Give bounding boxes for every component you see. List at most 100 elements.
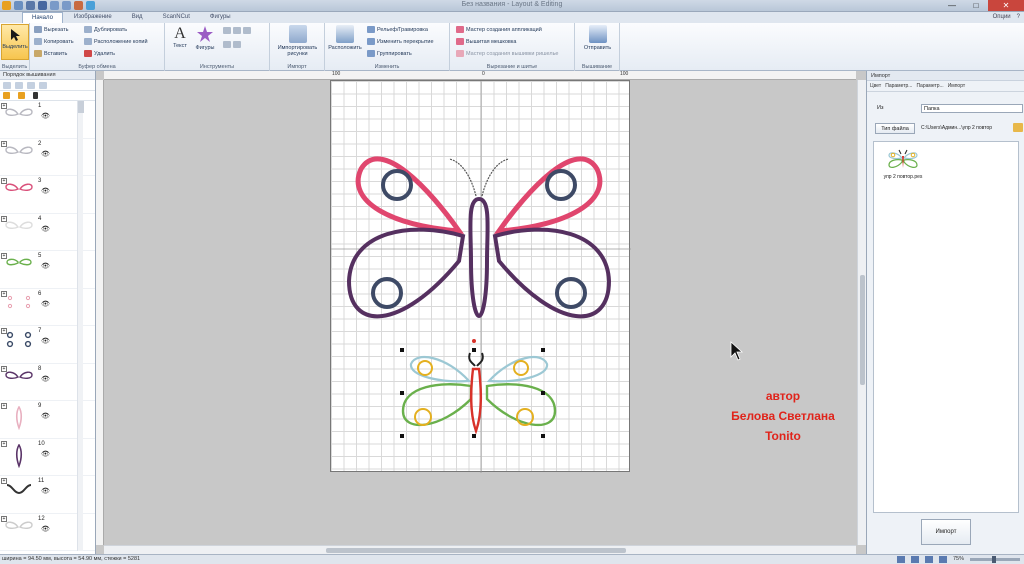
rotate-handle[interactable] xyxy=(472,339,476,343)
scroll-thumb[interactable] xyxy=(78,101,84,113)
file-type-button[interactable]: Тип файла xyxy=(875,123,915,134)
layer-thumbnail-icon xyxy=(5,371,33,379)
large-body[interactable] xyxy=(468,196,490,319)
large-right-antenna[interactable] xyxy=(481,158,510,197)
large-lower-left-circle[interactable] xyxy=(371,277,403,309)
copy-button[interactable]: Копировать xyxy=(34,38,74,45)
paste-icon xyxy=(34,50,42,57)
options-menu[interactable]: Опции xyxy=(993,12,1011,23)
import-button[interactable]: Импорт xyxy=(921,519,971,545)
eye-icon[interactable]: 👁︎ xyxy=(41,525,50,533)
horizontal-scrollbar[interactable] xyxy=(104,545,856,554)
shapes-tool-button[interactable]: Фигуры xyxy=(193,25,217,51)
layer-thumbnail-icon xyxy=(5,521,33,529)
zoom-slider-thumb[interactable] xyxy=(992,556,996,563)
sewing-order-scrollbar[interactable] xyxy=(77,101,84,551)
large-lower-left-wing[interactable] xyxy=(346,227,466,319)
small-lower-left-wing[interactable] xyxy=(401,383,473,427)
heart-wizard-icon xyxy=(456,50,464,57)
import-pictures-button[interactable]: Импортировать рисунки xyxy=(272,25,323,57)
small-butterfly[interactable] xyxy=(400,339,557,438)
eye-icon[interactable]: 👁︎ xyxy=(41,337,50,345)
zoom-slider[interactable] xyxy=(970,556,1020,563)
browse-folder-icon[interactable] xyxy=(1013,123,1023,132)
applique-wizard-button[interactable]: Мастер создания аппликаций xyxy=(456,26,542,33)
grid-toggle-icon[interactable] xyxy=(938,556,947,563)
eye-icon[interactable]: 👁︎ xyxy=(41,187,50,195)
large-left-antenna[interactable] xyxy=(448,158,477,197)
text-tool-button[interactable]: A Текст xyxy=(169,25,191,49)
view-mode-icon[interactable] xyxy=(896,556,905,563)
vertical-scroll-thumb[interactable] xyxy=(860,275,865,385)
tab-shapes[interactable]: Фигуры xyxy=(201,12,240,23)
eye-icon[interactable]: 👁︎ xyxy=(41,112,50,120)
close-button[interactable]: ✕ xyxy=(988,0,1024,11)
layer-number: 9 xyxy=(38,403,42,409)
tab-image[interactable]: Изображение xyxy=(65,12,121,23)
color-sort-icon[interactable] xyxy=(27,82,35,89)
design-page[interactable] xyxy=(330,80,631,473)
duplicate-button[interactable]: Дублировать xyxy=(84,26,127,33)
lock-icon[interactable] xyxy=(18,92,25,99)
tab-home[interactable]: Начало xyxy=(22,12,63,23)
eye-icon[interactable]: 👁︎ xyxy=(41,150,50,158)
eye-icon[interactable]: 👁︎ xyxy=(41,450,50,458)
cutwork-button[interactable]: Вышитая мешковка xyxy=(456,38,516,45)
placement-icon xyxy=(84,38,92,45)
tab-import[interactable]: Импорт xyxy=(948,83,965,89)
minimize-button[interactable]: — xyxy=(940,0,964,11)
horizontal-scroll-thumb[interactable] xyxy=(326,548,626,553)
large-upper-right-circle[interactable] xyxy=(545,169,577,201)
small-upper-right-circle[interactable] xyxy=(513,360,529,376)
title-bar: Без названия - Layout & Editing — □ ✕ xyxy=(0,0,1024,12)
small-lower-right-wing[interactable] xyxy=(485,383,557,427)
layer-number: 11 xyxy=(38,478,45,484)
tab-color[interactable]: Цвет xyxy=(870,83,881,89)
stitch-view-icon[interactable] xyxy=(924,556,933,563)
eye-icon[interactable]: 👁︎ xyxy=(41,487,50,495)
small-upper-left-wing[interactable] xyxy=(409,355,472,383)
pointer-icon[interactable] xyxy=(33,92,38,99)
tab-param-2[interactable]: Параметр... xyxy=(916,83,943,89)
layer-number: 4 xyxy=(38,215,42,222)
tab-scanncut[interactable]: ScanNCut xyxy=(154,12,199,23)
tab-view[interactable]: Вид xyxy=(123,12,152,23)
vertical-scrollbar[interactable] xyxy=(857,80,866,545)
eye-icon[interactable]: 👁︎ xyxy=(41,262,50,270)
bulb-icon[interactable] xyxy=(3,92,10,99)
relief-engrave-button[interactable]: Рельеф/Гравировка xyxy=(367,26,428,33)
large-lower-right-wing[interactable] xyxy=(492,227,612,319)
realistic-view-icon[interactable] xyxy=(910,556,919,563)
large-butterfly[interactable] xyxy=(346,156,612,319)
design-workspace[interactable]: 100 0 100 xyxy=(96,71,866,554)
cut-button[interactable]: Вырезать xyxy=(34,26,68,33)
tab-param-1[interactable]: Параметр... xyxy=(885,83,912,89)
delete-button[interactable]: Удалить xyxy=(84,50,115,57)
from-select[interactable]: Папка xyxy=(921,104,1023,113)
eye-icon[interactable]: 👁︎ xyxy=(41,225,50,233)
large-lower-right-circle[interactable] xyxy=(555,277,587,309)
large-upper-left-circle[interactable] xyxy=(381,169,413,201)
paste-placement-button[interactable]: Расположение копий xyxy=(84,38,148,45)
eye-icon[interactable]: 👁︎ xyxy=(41,300,50,308)
arrange-button[interactable]: Расположить xyxy=(327,25,363,51)
zoom-tool-icons[interactable] xyxy=(223,27,251,34)
paste-button[interactable]: Вставить xyxy=(34,50,67,57)
thumbnail-size-icon[interactable] xyxy=(15,82,23,89)
maximize-button[interactable]: □ xyxy=(964,0,988,11)
eye-icon[interactable]: 👁︎ xyxy=(41,412,50,420)
change-overlap-button[interactable]: Изменить перекрытие xyxy=(367,38,434,45)
small-upper-left-circle[interactable] xyxy=(417,360,433,376)
small-body[interactable] xyxy=(469,367,483,435)
split-icon[interactable] xyxy=(39,82,47,89)
select-button[interactable]: Выделить xyxy=(1,24,29,60)
edit-points-icons[interactable] xyxy=(223,41,241,48)
file-thumbnail[interactable]: упр 2 повтор.pes xyxy=(878,148,928,181)
help-button[interactable]: ? xyxy=(1017,12,1020,23)
group-button[interactable]: Группировать xyxy=(367,50,412,57)
sort-icon[interactable] xyxy=(3,82,11,89)
send-button[interactable]: Отправить xyxy=(577,25,618,51)
eye-icon[interactable]: 👁︎ xyxy=(41,375,50,383)
cutwork-wizard-button[interactable]: Мастер создания вышивки ришелье xyxy=(456,50,559,57)
small-lower-left-circle[interactable] xyxy=(414,408,432,426)
